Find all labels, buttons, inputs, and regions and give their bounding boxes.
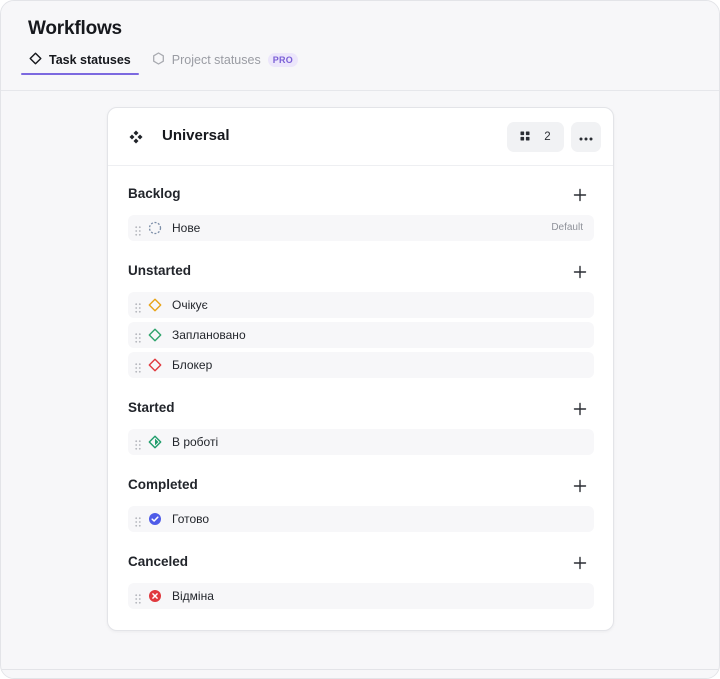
diamond-outline-icon <box>148 298 162 312</box>
diamond-outline-icon <box>148 328 162 342</box>
check-circle-icon <box>148 512 162 526</box>
tab-project-statuses[interactable]: Project statuses PRO <box>144 45 306 75</box>
x-circle-icon <box>148 589 162 603</box>
group-header: Started <box>128 398 594 420</box>
tab-task-statuses[interactable]: Task statuses <box>21 45 139 75</box>
drag-handle-icon[interactable] <box>135 360 141 373</box>
page-header: Workflows Task statuses Project statuses… <box>1 1 719 91</box>
tab-label: Task statuses <box>49 53 131 67</box>
status-row[interactable]: Очікує <box>128 292 594 318</box>
drag-handle-icon[interactable] <box>135 300 141 313</box>
workflow-name: Universal <box>162 127 230 144</box>
status-label: В роботі <box>172 435 219 449</box>
status-group-completed: Completed Готово <box>128 475 594 532</box>
add-status-button[interactable] <box>572 187 588 203</box>
workflow-header: Universal 2 <box>108 108 613 166</box>
group-title: Completed <box>128 477 198 492</box>
drag-handle-icon[interactable] <box>135 514 141 527</box>
workflow-card: Universal 2 Backlog Нове Default Unstart… <box>107 107 614 631</box>
dashed-circle-icon <box>148 221 162 235</box>
status-group-canceled: Canceled Відміна <box>128 552 594 609</box>
grid-icon <box>520 131 530 144</box>
workflow-diamonds-icon <box>128 129 144 150</box>
drag-handle-icon[interactable] <box>135 591 141 604</box>
status-row[interactable]: Заплановано <box>128 322 594 348</box>
group-title: Started <box>128 400 175 415</box>
diamond-outline-icon <box>148 358 162 372</box>
page-title: Workflows <box>28 18 122 39</box>
drag-handle-icon[interactable] <box>135 330 141 343</box>
status-label: Відміна <box>172 589 214 603</box>
tab-bar: Task statuses Project statuses PRO <box>21 45 306 75</box>
status-group-started: Started В роботі <box>128 398 594 455</box>
status-label: Блокер <box>172 358 213 372</box>
status-label: Очікує <box>172 298 208 312</box>
status-row[interactable]: Блокер <box>128 352 594 378</box>
default-tag: Default <box>551 222 583 233</box>
workflow-count-button[interactable]: 2 <box>507 122 564 152</box>
workflow-count: 2 <box>544 131 551 143</box>
status-row[interactable]: Готово <box>128 506 594 532</box>
status-row[interactable]: Нове Default <box>128 215 594 241</box>
drag-handle-icon[interactable] <box>135 223 141 236</box>
diamond-half-filled-icon <box>148 435 162 449</box>
status-group-backlog: Backlog Нове Default <box>128 184 594 241</box>
status-label: Заплановано <box>172 328 246 342</box>
add-status-button[interactable] <box>572 401 588 417</box>
status-row[interactable]: В роботі <box>128 429 594 455</box>
app-frame: Workflows Task statuses Project statuses… <box>0 0 720 679</box>
workflow-more-button[interactable] <box>571 122 601 152</box>
status-label: Готово <box>172 512 210 526</box>
drag-handle-icon[interactable] <box>135 437 141 450</box>
hexagon-outline-icon <box>152 52 172 68</box>
bottom-divider <box>1 669 719 678</box>
status-group-unstarted: Unstarted Очікує Заплановано Блокер <box>128 261 594 378</box>
status-row[interactable]: Відміна <box>128 583 594 609</box>
group-header: Completed <box>128 475 594 497</box>
group-header: Unstarted <box>128 261 594 283</box>
diamond-outline-icon <box>29 52 49 68</box>
group-title: Unstarted <box>128 263 192 278</box>
add-status-button[interactable] <box>572 478 588 494</box>
add-status-button[interactable] <box>572 555 588 571</box>
group-title: Backlog <box>128 186 181 201</box>
group-header: Backlog <box>128 184 594 206</box>
add-status-button[interactable] <box>572 264 588 280</box>
pro-badge: PRO <box>267 53 299 67</box>
group-header: Canceled <box>128 552 594 574</box>
group-title: Canceled <box>128 554 189 569</box>
status-label: Нове <box>172 221 201 235</box>
more-horizontal-icon <box>579 128 593 146</box>
tab-label: Project statuses <box>171 53 261 67</box>
